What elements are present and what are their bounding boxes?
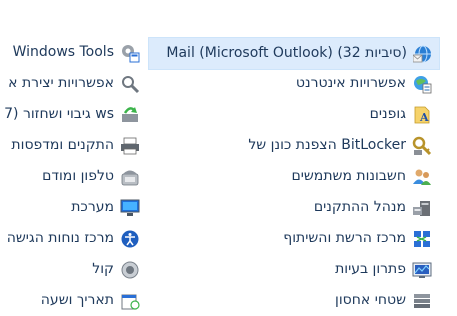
cp-item-windows-tools[interactable]: Windows Tools [0,37,140,68]
storage-spaces-icon [414,294,430,308]
date-time-icon [121,294,140,310]
cp-item-label: אפשרויות אינטרנט [295,75,406,91]
mail-icon [413,45,431,63]
devices-printers-icon [121,137,139,155]
cp-item-mail[interactable]: Mail (Microsoft Outlook) (32 סיביות) [148,37,440,70]
cp-item-label: Mail (Microsoft Outlook) (32 סיביות) [166,45,407,61]
network-center-icon [414,231,430,247]
cp-item-label: טלפון ומודם [42,168,114,184]
fonts-icon: A [414,106,430,124]
cp-item-label: אפשרויות יצירת א [8,75,114,91]
troubleshooting-icon [412,262,432,278]
windows-tools-icon [122,45,140,63]
cp-item-sound[interactable]: קול [0,254,140,285]
backup-restore-icon [122,107,138,122]
cp-item-label: מרכז נוחות הגישה [6,230,114,246]
cp-item-label: מנהל ההתקנים [313,199,406,215]
cp-item-bitlocker[interactable]: הצפנת כונן של BitLocker [148,130,438,161]
cp-item-devices-printers[interactable]: התקנים ומדפסות [0,130,140,161]
cp-item-indexing-options[interactable]: אפשרויות יצירת א [0,68,140,99]
cp-item-label: מערכת [71,199,114,215]
cp-item-label: קול [92,261,114,277]
svg-text:A: A [419,111,429,124]
cp-item-label: גופנים [369,106,406,122]
cp-item-troubleshooting[interactable]: פתרון בעיות [148,254,438,285]
cp-item-label: גיבוי ושחזור (7 ws [4,106,114,122]
cp-item-label: פתרון בעיות [335,261,406,277]
user-accounts-icon [413,169,431,185]
cp-item-fonts[interactable]: A גופנים [148,99,438,130]
cp-item-phone-modem[interactable]: טלפון ומודם [0,161,140,192]
device-manager-icon [413,201,430,216]
cp-item-label: הצפנת כונן של BitLocker [248,137,406,153]
cp-item-label: מרכז הרשת והשיתוף [283,230,406,246]
internet-options-icon [414,76,432,94]
phone-modem-icon [121,170,139,186]
ease-of-access-icon [121,230,139,248]
cp-item-date-time[interactable]: תאריך ושעה [0,285,140,316]
cp-item-user-accounts[interactable]: חשבונות משתמשים [148,161,438,192]
cp-item-label: שטחי אחסון [335,292,406,308]
cp-item-internet-options[interactable]: אפשרויות אינטרנט [148,68,438,99]
cp-item-device-manager[interactable]: מנהל ההתקנים [148,192,438,223]
cp-item-ease-of-access[interactable]: מרכז נוחות הגישה [0,223,140,254]
system-icon [120,199,140,216]
cp-item-network-center[interactable]: מרכז הרשת והשיתוף [148,223,438,254]
cp-item-label: תאריך ושעה [40,292,114,308]
bitlocker-icon [412,136,432,156]
cp-item-label: Windows Tools [12,44,114,60]
cp-item-label: חשבונות משתמשים [291,168,406,184]
cp-item-system[interactable]: מערכת [0,192,140,223]
cp-item-storage-spaces[interactable]: שטחי אחסון [148,285,438,316]
indexing-options-icon [122,76,140,94]
sound-icon [121,261,139,279]
cp-item-label: התקנים ומדפסות [11,137,114,153]
cp-item-backup-restore[interactable]: גיבוי ושחזור (7 ws [0,99,140,130]
